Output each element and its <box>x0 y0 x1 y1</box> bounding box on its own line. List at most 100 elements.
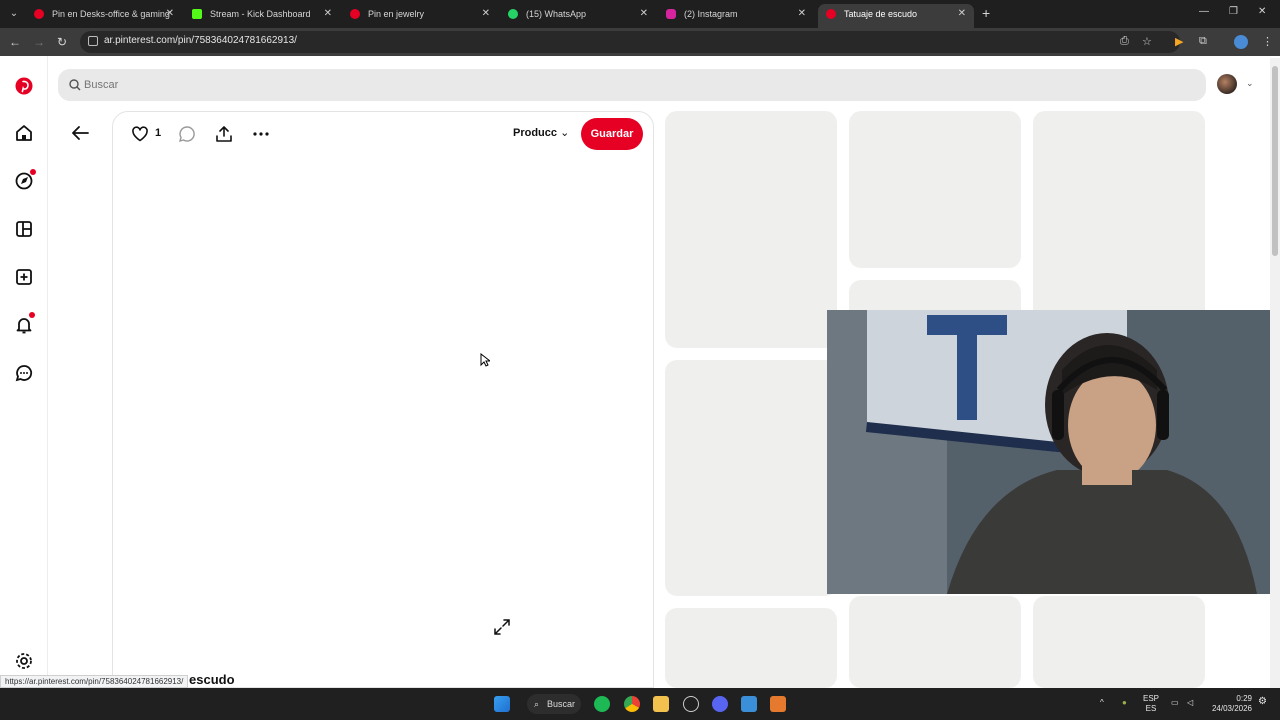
taskbar-search[interactable]: ⌕ Buscar <box>527 694 581 714</box>
page-scrollbar[interactable] <box>1270 58 1280 688</box>
status-url-bar: https://ar.pinterest.com/pin/75836402478… <box>0 675 189 688</box>
pinterest-favicon-icon <box>350 9 360 19</box>
clock[interactable]: 0:29 24/03/2026 <box>1208 694 1252 714</box>
kick-favicon-icon <box>192 9 202 19</box>
language-indicator[interactable]: ESP ES <box>1143 694 1159 714</box>
pin-placeholder <box>1033 596 1205 688</box>
taskbar-search-label: Buscar <box>547 699 576 709</box>
like-count: 1 <box>155 127 162 139</box>
browser-toolbar: ← → ↻ ar.pinterest.com/pin/7583640247816… <box>0 28 1280 56</box>
notification-center-icon[interactable]: ⚙ <box>1258 697 1267 707</box>
restore-icon[interactable]: ❐ <box>1229 6 1238 17</box>
like-icon[interactable] <box>131 125 149 143</box>
language-code: ESP <box>1143 694 1160 703</box>
pin-placeholder <box>665 608 837 688</box>
reload-icon[interactable]: ↻ <box>57 35 67 49</box>
webcam-feed-image <box>827 310 1280 594</box>
comment-icon[interactable] <box>178 125 196 143</box>
windows-taskbar: ⌕ Buscar ^ ● ESP ES ▭ ◁ 0:29 24/03/2026 … <box>0 688 1280 720</box>
explore-icon[interactable] <box>14 169 36 191</box>
tab-search-chevron-icon[interactable]: ⌄ <box>6 6 22 22</box>
tab-title: Pin en jewelry <box>368 9 425 19</box>
notification-dot <box>30 169 36 175</box>
create-icon[interactable] <box>14 267 34 287</box>
share-icon[interactable] <box>215 125 233 143</box>
tab-title: Pin en Desks-office & gaming <box>52 9 170 19</box>
pin-card: 1 Producc ⌄ Guardar escudo <box>112 111 654 688</box>
microphone-icon[interactable]: ● <box>1122 698 1127 708</box>
pin-title: escudo <box>189 672 235 687</box>
tab-desks-office[interactable]: Pin en Desks-office & gaming ✕ <box>26 4 182 28</box>
tab-title: Stream - Kick Dashboard <box>210 9 311 19</box>
file-explorer-icon[interactable] <box>653 696 669 712</box>
network-icon[interactable]: ▭ <box>1171 698 1179 708</box>
back-arrow-icon[interactable] <box>70 124 90 142</box>
tab-whatsapp[interactable]: (15) WhatsApp ✕ <box>500 4 656 28</box>
close-tab-icon[interactable]: ✕ <box>798 4 806 24</box>
install-app-icon[interactable]: ⎙ <box>1120 35 1129 48</box>
settings-icon[interactable] <box>14 651 34 671</box>
notifications-icon[interactable] <box>14 312 35 335</box>
pinterest-favicon-icon <box>826 9 836 19</box>
address-bar[interactable]: ar.pinterest.com/pin/758364024781662913/ <box>80 31 1180 53</box>
new-tab-icon[interactable]: + <box>982 5 990 21</box>
boards-icon[interactable] <box>14 219 34 239</box>
pin-placeholder <box>849 111 1021 268</box>
notification-dot <box>29 312 35 318</box>
pin-placeholder <box>665 111 837 348</box>
browser-menu-icon[interactable]: ⋮ <box>1262 35 1273 48</box>
app-icon[interactable] <box>741 696 757 712</box>
tab-title: (2) Instagram <box>684 9 738 19</box>
spotify-icon[interactable] <box>594 696 610 712</box>
back-icon[interactable]: ← <box>9 35 21 49</box>
pinterest-logo-icon[interactable] <box>14 76 34 96</box>
close-window-icon[interactable]: ✕ <box>1258 6 1266 17</box>
tab-tatuaje-de-escudo[interactable]: Tatuaje de escudo ✕ <box>818 4 974 28</box>
instagram-favicon-icon <box>666 9 676 19</box>
pin-placeholder <box>849 596 1021 688</box>
streaming-app-icon[interactable] <box>770 696 786 712</box>
mouse-cursor-icon <box>480 353 490 367</box>
expand-icon[interactable] <box>493 618 511 636</box>
webcam-overlay <box>827 310 1280 594</box>
bookmark-star-icon[interactable]: ☆ <box>1142 35 1152 48</box>
search-icon: ⌕ <box>534 699 540 709</box>
tab-jewelry[interactable]: Pin en jewelry ✕ <box>342 4 498 28</box>
profile-avatar-icon[interactable] <box>1234 35 1248 49</box>
search-input[interactable] <box>84 75 684 95</box>
messages-icon[interactable] <box>14 363 34 383</box>
keyboard-layout: ES <box>1145 704 1157 713</box>
site-info-icon[interactable] <box>88 36 98 46</box>
extensions-puzzle-icon[interactable]: ⧉ <box>1199 35 1207 48</box>
chrome-icon[interactable] <box>624 696 640 712</box>
tab-title: (15) WhatsApp <box>526 9 587 19</box>
tab-strip: ⌄ Pin en Desks-office & gaming ✕ Stream … <box>0 0 1280 28</box>
url-text: ar.pinterest.com/pin/758364024781662913/ <box>104 35 297 46</box>
save-button[interactable]: Guardar <box>581 118 643 150</box>
tab-instagram[interactable]: (2) Instagram ✕ <box>658 4 814 28</box>
account-chevron-icon[interactable]: ⌄ <box>1246 78 1254 89</box>
tray-overflow-icon[interactable]: ^ <box>1100 698 1104 708</box>
avatar[interactable] <box>1217 74 1237 94</box>
products-dropdown[interactable]: Producc ⌄ <box>513 126 569 139</box>
close-tab-icon[interactable]: ✕ <box>166 4 174 24</box>
close-tab-icon[interactable]: ✕ <box>324 4 332 24</box>
pinterest-sidebar <box>0 56 48 688</box>
tab-kick-dashboard[interactable]: Stream - Kick Dashboard ✕ <box>184 4 340 28</box>
close-tab-icon[interactable]: ✕ <box>958 4 966 24</box>
scrollbar-thumb[interactable] <box>1272 66 1278 256</box>
minimize-icon[interactable]: — <box>1199 6 1209 17</box>
extension-icon[interactable]: ▶ <box>1175 35 1183 48</box>
close-tab-icon[interactable]: ✕ <box>640 4 648 24</box>
windows-start-icon[interactable] <box>494 696 510 712</box>
obs-icon[interactable] <box>683 696 699 712</box>
home-icon[interactable] <box>14 123 34 143</box>
search-icon <box>69 79 81 91</box>
more-options-icon[interactable] <box>252 125 270 143</box>
discord-icon[interactable] <box>712 696 728 712</box>
volume-icon[interactable]: ◁ <box>1187 698 1193 708</box>
forward-icon[interactable]: → <box>33 35 45 49</box>
clock-date: 24/03/2026 <box>1211 704 1252 713</box>
search-bar[interactable] <box>58 69 1206 101</box>
close-tab-icon[interactable]: ✕ <box>482 4 490 24</box>
